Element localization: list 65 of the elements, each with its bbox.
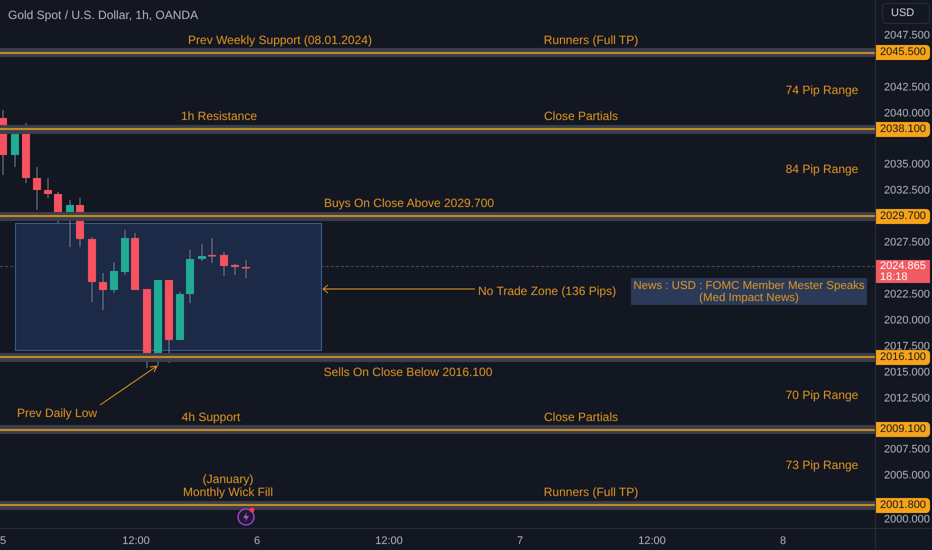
price-badge: 2016.100 — [876, 350, 930, 365]
candle — [44, 178, 52, 198]
candle — [33, 166, 41, 210]
lightning-icon[interactable] — [236, 506, 256, 526]
price-tick: 2035.000 — [884, 160, 930, 171]
price-badge: 2009.100 — [876, 422, 930, 438]
candle — [231, 264, 239, 276]
zone-label: No Trade Zone (136 Pips) — [478, 283, 616, 300]
level-label: 1h Resistance — [180, 110, 258, 124]
news-text: News : USD : FOMC Member Mester Speaks — [633, 280, 865, 292]
price-tick: 2017.500 — [884, 341, 930, 352]
price-tick: 2000.000 — [884, 514, 930, 526]
price-tick: 2012.500 — [884, 393, 930, 404]
price-tick: 2042.500 — [884, 82, 930, 94]
chart-title: Gold Spot / U.S. Dollar, 1h, OANDA — [8, 7, 198, 24]
price-badge: 2001.800 — [876, 498, 930, 513]
candle — [186, 250, 194, 304]
time-tick: 8 — [780, 534, 786, 549]
currency-button[interactable]: USD — [882, 3, 930, 24]
level-label: Prev Weekly Support (08.01.2024) — [188, 34, 372, 47]
candle — [208, 238, 216, 264]
candle-countdown: 18:18 — [880, 272, 909, 284]
candle — [198, 244, 206, 262]
candle — [99, 272, 107, 310]
time-tick: 12:00 — [122, 534, 150, 549]
level-label: (January) Monthly Wick Fill — [183, 473, 273, 500]
current-price: 2024.865 — [880, 261, 927, 272]
time-tick: 7 — [516, 534, 524, 549]
range-label: 70 Pip Range — [786, 387, 858, 404]
candle — [22, 122, 30, 184]
time-tick: 6 — [254, 534, 260, 549]
range-label: 74 Pip Range — [786, 82, 858, 99]
price-tick: 2007.500 — [884, 444, 930, 456]
price-tick: 2015.000 — [884, 367, 930, 378]
level-label: Runners (Full TP) — [544, 486, 638, 500]
level-label: Buys On Close Above 2029.700 — [324, 197, 494, 210]
level-label: Close Partials — [544, 110, 618, 124]
level-label: Runners (Full TP) — [544, 34, 638, 47]
news-text: (Med Impact News) — [699, 292, 799, 304]
price-tick: 2027.500 — [884, 238, 930, 249]
candle — [131, 232, 139, 290]
price-tick: 2047.500 — [884, 30, 930, 42]
level-label: Close Partials — [544, 410, 618, 424]
time-tick: 5 — [0, 534, 6, 549]
candle — [242, 260, 250, 278]
range-label: 73 Pip Range — [786, 457, 858, 474]
prev-daily-low-label: Prev Daily Low — [17, 405, 98, 422]
candle — [176, 292, 184, 340]
price-tick: 2022.500 — [884, 289, 930, 300]
price-tick: 2040.000 — [884, 108, 930, 120]
candle — [220, 252, 228, 276]
level-label: Sells On Close Below 2016.100 — [324, 366, 492, 380]
price-badge: 2038.100 — [876, 122, 930, 137]
candle — [121, 230, 129, 276]
time-tick: 12:00 — [375, 534, 403, 549]
price-tick: 2005.000 — [884, 470, 930, 482]
time-tick: 12:00 — [638, 534, 666, 549]
level-label: 4h Support — [182, 410, 240, 424]
price-badge: 2045.500 — [876, 45, 930, 60]
price-tick: 2020.000 — [884, 315, 930, 326]
candle — [110, 262, 118, 294]
price-badge: 2029.700 — [876, 208, 930, 224]
range-label: 84 Pip Range — [786, 161, 858, 178]
price-tick: 2032.500 — [884, 186, 930, 197]
candle — [88, 236, 96, 302]
